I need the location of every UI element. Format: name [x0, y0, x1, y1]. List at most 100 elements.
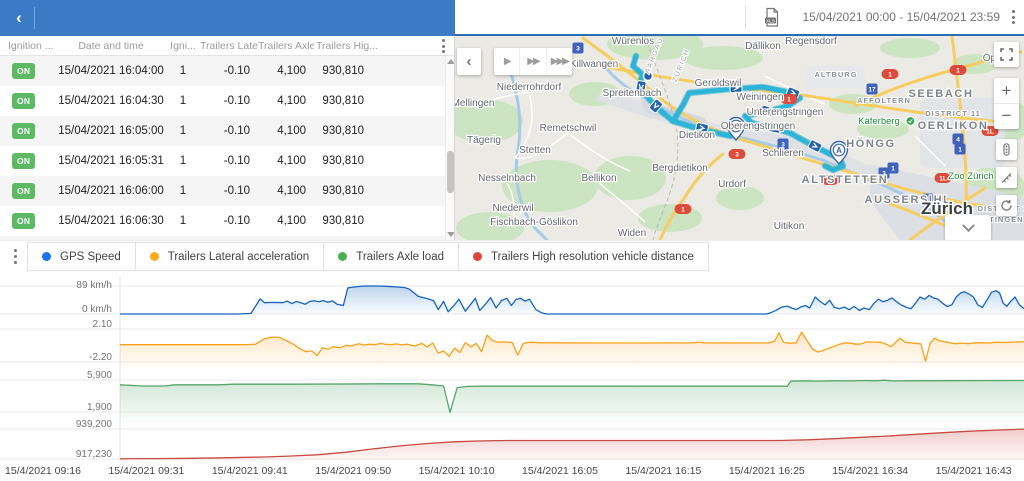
map-town-label: Uitikon [774, 221, 805, 232]
svg-text:1: 1 [891, 165, 895, 172]
map-town-label: Fischbach-Göslikon [490, 217, 578, 228]
map-dist-label: DISTRICT 11 [925, 109, 981, 118]
fullscreen-button[interactable] [994, 42, 1019, 67]
chart-legend: GPS SpeedTrailers Lateral accelerationTr… [0, 241, 1024, 272]
legend-item[interactable]: Trailers Lateral acceleration [135, 242, 324, 271]
export-xls-button[interactable]: XLS [756, 3, 788, 31]
svg-text:1L: 1L [939, 175, 947, 182]
playback-controls: ▶ ▶▶ ▶▶▶ [494, 48, 572, 75]
y-axis-label: -2.20 [89, 352, 112, 363]
map-hood-label: OERLIKON [918, 120, 989, 132]
back-button[interactable]: ‹ [4, 5, 34, 31]
table-row[interactable]: ON15/04/2021 16:06:001-0.104,100930,810 [0, 176, 454, 206]
y-axis-label: 5,900 [87, 370, 112, 381]
map-dist-label: AFFOLTERN [857, 96, 911, 105]
refresh-icon [1000, 199, 1013, 212]
map-hood-label: ALTSTETTEN [802, 174, 889, 186]
map-poi-label: Zoo Zürich [948, 171, 993, 182]
col-datetime[interactable]: Date and time [56, 40, 166, 52]
header-kebab-menu[interactable] [1006, 7, 1020, 27]
legend-item[interactable]: Trailers High resolution vehicle distanc… [458, 242, 709, 271]
scrollbar-thumb[interactable] [447, 151, 454, 193]
cell-datetime: 15/04/2021 16:06:00 [56, 185, 166, 197]
telematics-app: ‹ XLS 15/04/2021 00:00 - 15/04/2021 23:5… [0, 0, 1024, 481]
traffic-button[interactable] [996, 139, 1017, 160]
col-ignition[interactable]: Ignition ... [0, 40, 56, 52]
svg-text:4: 4 [956, 136, 960, 143]
table-row[interactable]: ON15/04/2021 16:05:311-0.104,100930,810 [0, 146, 454, 176]
zoom-out-button[interactable]: − [994, 104, 1019, 129]
map-poi-label: Käferberg [858, 116, 900, 127]
col-lateral[interactable]: Trailers Late... [200, 40, 258, 52]
x-axis-label: 15/4/2021 16:05 [522, 465, 598, 477]
y-axis-label: 2.10 [93, 319, 113, 330]
map-town-label: Spreitenbach [603, 88, 662, 99]
col-axle[interactable]: Trailers Axle... [258, 40, 314, 52]
map-panel[interactable]: BA 11113333317174111L1L WürenlosKillwang… [455, 36, 1024, 240]
messages-table: Ignition ... Date and time Igni... Trail… [0, 36, 455, 240]
scroll-up-icon[interactable] [447, 59, 455, 64]
cell-axle: 4,100 [258, 95, 314, 107]
ignition-on-badge: ON [12, 213, 35, 229]
svg-text:3: 3 [735, 151, 739, 158]
zoom-in-button[interactable]: + [994, 79, 1019, 104]
table-row[interactable]: ON15/04/2021 16:05:001-0.104,100930,810 [0, 116, 454, 146]
map-town-label: Würenlos [612, 36, 654, 47]
cell-distance: 930,810 [314, 125, 380, 137]
ignition-on-badge: ON [12, 153, 35, 169]
chart-area-fill [120, 332, 1024, 368]
col-distance[interactable]: Trailers Hig... [314, 40, 380, 52]
cell-datetime: 15/04/2021 16:04:00 [56, 65, 166, 77]
cell-axle: 4,100 [258, 185, 314, 197]
poi-pin-icon [906, 117, 915, 126]
cell-distance: 930,810 [314, 65, 380, 77]
svg-text:1: 1 [888, 71, 892, 78]
x-axis-labels: 15/4/2021 09:1615/4/2021 09:3115/4/2021 … [0, 462, 1024, 481]
refresh-button[interactable] [996, 195, 1017, 216]
date-range[interactable]: 15/04/2021 00:00 - 15/04/2021 23:59 [802, 10, 1000, 24]
cell-distance: 930,810 [314, 155, 380, 167]
y-axis-label: 1,900 [87, 402, 112, 413]
map-hood-label: SEEBACH [909, 88, 974, 100]
scroll-down-icon[interactable] [447, 232, 455, 237]
chart-canvas[interactable]: 89 km/h0 km/h2.10-2.205,9001,900939,2009… [0, 272, 1024, 462]
cell-axle: 4,100 [258, 215, 314, 227]
map-town-label: Schlieren [762, 148, 804, 159]
cell-lateral: -0.10 [200, 95, 258, 107]
x-axis-label: 15/4/2021 10:10 [419, 465, 495, 477]
svg-text:1: 1 [681, 206, 685, 213]
cell-lateral: -0.10 [200, 185, 258, 197]
map-town-label: Nesselnbach [478, 173, 536, 184]
map-town-label: Dällikon [745, 41, 781, 52]
cell-ignition-value: 1 [166, 215, 200, 227]
ignition-on-badge: ON [12, 123, 35, 139]
svg-text:1: 1 [956, 67, 960, 74]
collapse-map-button[interactable] [945, 215, 991, 240]
table-scrollbar[interactable] [445, 56, 454, 240]
col-ign[interactable]: Igni... [166, 40, 200, 52]
table-row[interactable]: ON15/04/2021 16:04:301-0.104,100930,810 [0, 86, 454, 116]
chevron-down-icon [962, 219, 975, 232]
playback-back-button[interactable]: ‹ [457, 48, 481, 75]
legend-color-dot [42, 252, 51, 261]
play-button[interactable]: ▶ [494, 48, 519, 75]
table-kebab-menu[interactable] [436, 36, 450, 56]
map-town-label: Regensdorf [785, 36, 837, 47]
measure-button[interactable] [996, 167, 1017, 188]
fast-forward-button[interactable]: ▶▶ [519, 48, 545, 75]
cell-lateral: -0.10 [200, 155, 258, 167]
chart-kebab-menu[interactable] [8, 247, 22, 267]
cell-lateral: -0.10 [200, 215, 258, 227]
fastest-forward-button[interactable]: ▶▶▶ [546, 48, 572, 75]
legend-item[interactable]: Trailers Axle load [323, 242, 459, 271]
map-town-label: Dietikon [679, 130, 715, 141]
top-header: ‹ XLS 15/04/2021 00:00 - 15/04/2021 23:5… [0, 0, 1024, 36]
ignition-on-badge: ON [12, 183, 35, 199]
map-town-label: Mellingen [455, 98, 494, 109]
cell-datetime: 15/04/2021 16:05:00 [56, 125, 166, 137]
table-row[interactable]: ON15/04/2021 16:06:301-0.104,100930,810 [0, 206, 454, 236]
table-row[interactable]: ON15/04/2021 16:04:001-0.104,100930,810 [0, 56, 454, 86]
table-header-row: Ignition ... Date and time Igni... Trail… [0, 36, 454, 56]
legend-item[interactable]: GPS Speed [27, 242, 136, 271]
map-town-label: Remetschwil [540, 123, 597, 134]
